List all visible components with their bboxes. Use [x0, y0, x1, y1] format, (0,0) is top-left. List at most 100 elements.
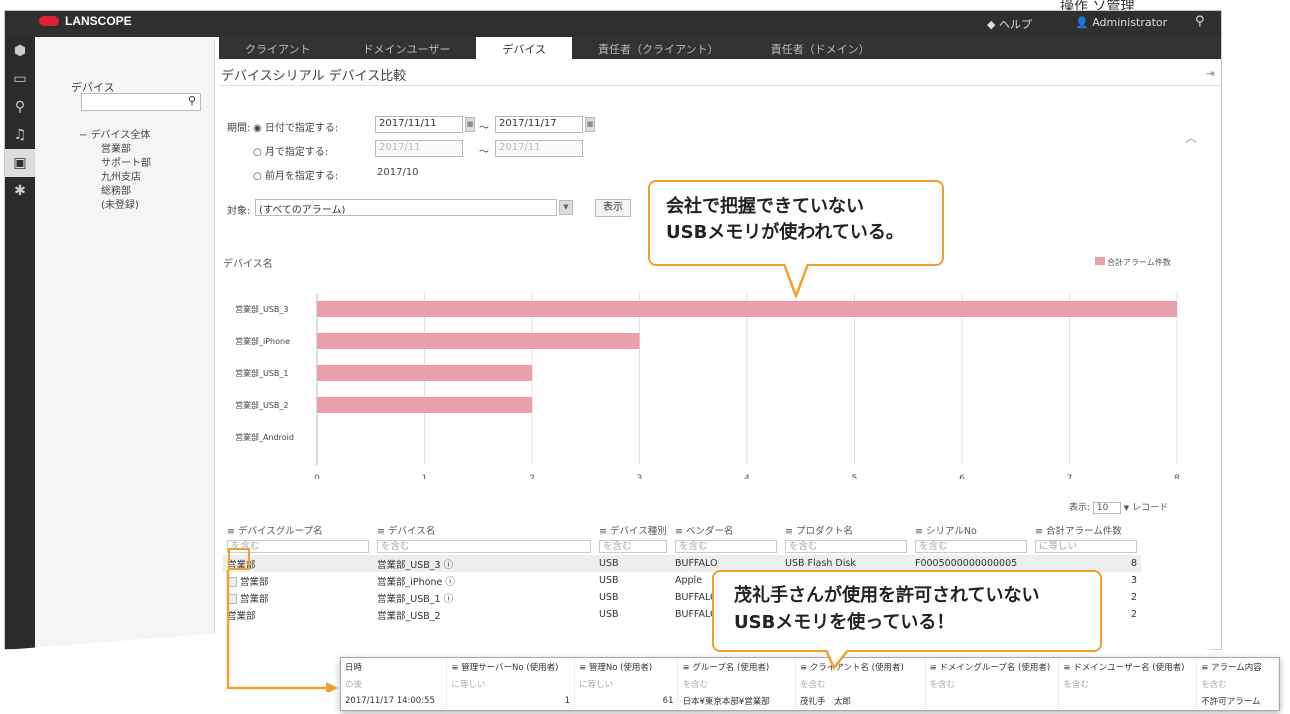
month-to-input[interactable]: 2017/11 [495, 140, 583, 157]
sidebar-search-input[interactable]: ⚲ [81, 93, 201, 111]
cell: 不許可アラーム [1196, 692, 1279, 709]
monitor-icon[interactable]: ▭ [5, 65, 35, 93]
col-vendor[interactable]: ≡ ベンダー名 [671, 521, 781, 538]
col-server-no[interactable]: ≡ 管理サーバーNo (使用者) [446, 658, 576, 675]
col-label: ドメイングループ名 (使用者) [939, 662, 1051, 673]
col-datetime[interactable]: 日時 [341, 658, 448, 675]
filter-input[interactable]: に等しい [1035, 540, 1137, 553]
col-manage-no[interactable]: ≡ 管理No (使用者) [574, 658, 679, 675]
filter-input[interactable]: を含む [785, 540, 907, 553]
cell: 営業部_iPhone [377, 576, 443, 588]
user-name: Administrator [1092, 16, 1168, 29]
date-from-input[interactable]: 2017/11/11 [375, 116, 463, 133]
tree-item[interactable]: (未登録) [79, 199, 151, 213]
month-from-input[interactable]: 2017/11 [375, 140, 463, 157]
x-tick-label: 1 [422, 474, 428, 479]
filter-input[interactable]: を含む [599, 540, 667, 553]
search-icon[interactable]: ⚲ [188, 94, 196, 107]
filter-input[interactable]: を含む [675, 540, 777, 553]
search-icon[interactable]: ⚲ [5, 93, 35, 121]
filter-input[interactable]: に等しい [446, 675, 576, 692]
tree-item[interactable]: サポート部 [79, 157, 151, 171]
show-button[interactable]: 表示 [595, 199, 631, 217]
col-client[interactable]: ≡ クライアント名 (使用者) [795, 658, 926, 675]
search-icon[interactable]: ⚲ [1195, 14, 1205, 29]
x-tick-label: 0 [314, 474, 320, 479]
radio-month[interactable]: ○ 月で指定する: [253, 143, 328, 158]
filter-input[interactable]: を含む [795, 675, 926, 692]
chevron-down-icon[interactable]: ▼ [1124, 504, 1129, 512]
col-product[interactable]: ≡ プロダクト名 [781, 521, 911, 538]
export-icon[interactable]: ⇥ [1206, 67, 1215, 80]
bar[interactable] [317, 301, 1177, 317]
table-row[interactable]: 2017/11/17 14:00:55 1 61 日本¥東京本部¥営業部 茂礼手… [341, 692, 1279, 709]
tree-item[interactable]: 総務部 [79, 185, 151, 199]
checkbox-highlight [228, 548, 250, 570]
col-alarm[interactable]: ≡ アラーム内容 [1196, 658, 1279, 675]
table-header: ≡ デバイスグループ名 ≡ デバイス名 ≡ デバイス種別 ≡ ベンダー名 ≡ プ… [223, 521, 1141, 538]
info-icon[interactable]: ⓘ [444, 594, 454, 605]
x-tick-label: 5 [852, 474, 858, 479]
filter-input[interactable]: に等しい [574, 675, 679, 692]
col-label: ドメインユーザー名 (使用者) [1073, 662, 1185, 673]
cell: 61 [574, 692, 679, 709]
tab-domain-user[interactable]: ドメインユーザー [337, 37, 477, 59]
chart-y-label: デバイス名 [223, 257, 273, 270]
radio-month-label: 月で指定する: [264, 147, 329, 158]
filter-input[interactable]: を含む [915, 540, 1027, 553]
calendar-icon[interactable]: ▦ [585, 117, 595, 132]
col-type[interactable]: ≡ デバイス種別 [595, 521, 671, 538]
bar[interactable] [317, 333, 640, 349]
tab-manager-domain[interactable]: 責任者（ドメイン） [745, 37, 896, 59]
category-label: 営業部_USB_2 [235, 400, 289, 410]
shield-icon[interactable]: ⬢ [5, 37, 35, 65]
tree-item[interactable]: 営業部 [79, 143, 151, 157]
x-tick-label: 8 [1174, 474, 1180, 479]
col-label: 合計アラーム件数 [1045, 525, 1122, 537]
calendar-icon[interactable]: ▦ [465, 117, 475, 132]
col-group[interactable]: ≡ デバイスグループ名 [223, 521, 373, 538]
filter-input[interactable]: を含む [677, 675, 796, 692]
filter-input[interactable]: を含む [1058, 675, 1198, 692]
pager-suffix: レコード [1132, 503, 1169, 513]
pager-select[interactable]: 10 [1092, 502, 1121, 514]
bar[interactable] [317, 365, 532, 381]
col-domain-user[interactable]: ≡ ドメインユーザー名 (使用者) [1058, 658, 1198, 675]
tree-root[interactable]: − デバイス全体 [79, 129, 151, 143]
filter-input[interactable]: を含む [1196, 675, 1279, 692]
tree-item[interactable]: 九州支店 [79, 171, 151, 185]
radio-fiscal[interactable]: ○ 前月を指定する: [253, 167, 338, 182]
radio-date[interactable]: ◉ 日付で指定する: [253, 119, 338, 134]
filter-row: を含む を含む を含む を含む を含む を含む に等しい [223, 538, 1141, 555]
date-to-input[interactable]: 2017/11/17 [495, 116, 583, 133]
cell: USB [595, 555, 671, 572]
bar[interactable] [317, 397, 532, 413]
icon-rail: ⬢ ▭ ⚲ ♫ ▣ ✱ [5, 37, 35, 649]
user-menu[interactable]: 👤 Administrator [1075, 16, 1167, 29]
col-alarm[interactable]: ≡ 合計アラーム件数 [1031, 521, 1141, 538]
col-group[interactable]: ≡ グループ名 (使用者) [677, 658, 796, 675]
chevron-down-icon[interactable]: ▼ [559, 200, 573, 215]
alarm-detail-panel: 日時 ≡ 管理サーバーNo (使用者) ≡ 管理No (使用者) ≡ グループ名… [340, 657, 1280, 711]
device-tree: − デバイス全体 営業部 サポート部 九州支店 総務部 (未登録) [79, 129, 151, 213]
tab-client[interactable]: クライアント [219, 37, 337, 59]
filter-input[interactable]: を含む [377, 540, 591, 553]
target-select[interactable]: (すべてのアラーム) [255, 199, 557, 216]
filter-input[interactable]: を含む [925, 675, 1060, 692]
filter-input[interactable]: の後 [341, 675, 448, 692]
info-icon[interactable]: ⓘ [444, 560, 454, 571]
tab-device[interactable]: デバイス [476, 37, 573, 59]
tab-manager-client[interactable]: 責任者（クライアント） [572, 37, 745, 59]
info-icon[interactable]: ⓘ [445, 577, 455, 588]
report-icon[interactable]: ▣ [5, 149, 35, 177]
col-serial[interactable]: ≡ シリアルNo [911, 521, 1031, 538]
alarm-detail-table: 日時 ≡ 管理サーバーNo (使用者) ≡ 管理No (使用者) ≡ グループ名… [341, 658, 1279, 709]
bell-icon[interactable]: ♫ [5, 121, 35, 149]
x-tick-label: 2 [529, 474, 535, 479]
collapse-icon[interactable]: ︿ [1185, 129, 1197, 146]
col-domain-group[interactable]: ≡ ドメイングループ名 (使用者) [925, 658, 1060, 675]
radio-date-label: 日付で指定する: [264, 123, 339, 134]
help-link[interactable]: ◆ ヘルプ [987, 16, 1032, 32]
col-device[interactable]: ≡ デバイス名 [373, 521, 595, 538]
gear-icon[interactable]: ✱ [5, 177, 35, 205]
